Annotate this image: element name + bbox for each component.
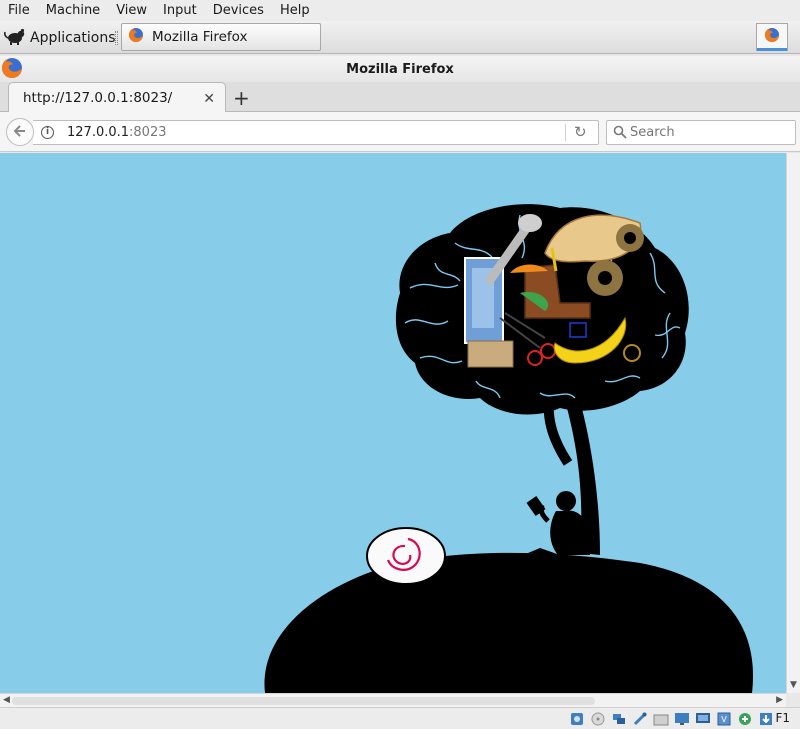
menu-devices[interactable]: Devices <box>205 0 272 21</box>
url-text: 127.0.0.1:8023 <box>67 125 167 140</box>
vbox-statusbar: V F1 <box>0 707 800 729</box>
menu-machine[interactable]: Machine <box>38 0 108 21</box>
url-bar[interactable]: i 127.0.0.1:8023 ↻ <box>33 120 599 145</box>
tab-active[interactable]: http://127.0.0.1:8023/ ✕ <box>8 82 226 113</box>
url-port: :8023 <box>129 125 167 140</box>
status-icons: V <box>569 711 774 727</box>
scrollbar-thumb[interactable] <box>12 697 595 705</box>
back-arrow-icon <box>13 123 27 142</box>
search-icon <box>613 125 627 143</box>
menu-help[interactable]: Help <box>272 0 318 21</box>
tab-title: http://127.0.0.1:8023/ <box>23 90 173 106</box>
firefox-icon <box>764 27 780 47</box>
tab-strip: http://127.0.0.1:8023/ ✕ + <box>0 82 800 113</box>
xfce-mouse-icon <box>4 26 26 50</box>
cpu-icon[interactable]: V <box>716 711 732 727</box>
host-key-label: F1 <box>775 711 790 725</box>
optical-drive-icon[interactable] <box>590 711 606 727</box>
vbox-menubar: File Machine View Input Devices Help <box>0 0 800 21</box>
search-input[interactable]: Search <box>606 120 796 145</box>
workspace-firefox-button[interactable] <box>756 23 788 51</box>
firefox-logo-icon <box>1 57 23 83</box>
hard-disk-icon[interactable] <box>569 711 585 727</box>
debian-egg <box>366 527 446 585</box>
navigation-toolbar: i 127.0.0.1:8023 ↻ Search <box>0 112 800 152</box>
applications-menu[interactable]: Applications <box>4 25 116 50</box>
horizontal-scrollbar[interactable]: ◀ ▶ <box>0 693 786 707</box>
reload-icon[interactable]: ↻ <box>574 123 587 141</box>
search-placeholder: Search <box>630 125 675 140</box>
wallpaper-illustration <box>264 204 754 693</box>
mouse-integration-icon[interactable] <box>737 711 753 727</box>
display-icon[interactable] <box>674 711 690 727</box>
panel-separator <box>115 31 118 45</box>
svg-text:V: V <box>721 715 727 724</box>
reader-silhouette <box>526 491 590 555</box>
scroll-down-arrow-icon[interactable]: ▼ <box>790 680 797 690</box>
keyboard-capture-icon[interactable] <box>758 711 774 727</box>
usb-icon[interactable] <box>632 711 648 727</box>
firefox-icon <box>128 27 144 47</box>
vertical-scrollbar[interactable]: ▼ <box>786 153 800 693</box>
network-icon[interactable] <box>611 711 627 727</box>
back-button[interactable] <box>6 118 34 146</box>
close-tab-icon[interactable]: ✕ <box>203 91 215 107</box>
shared-folder-icon[interactable] <box>653 711 669 727</box>
page-viewport[interactable] <box>0 153 786 693</box>
applications-label: Applications <box>30 29 116 46</box>
url-divider <box>565 124 566 141</box>
scroll-right-arrow-icon[interactable]: ▶ <box>776 695 783 705</box>
video-capture-icon[interactable] <box>695 711 711 727</box>
url-host: 127.0.0.1 <box>67 125 130 140</box>
taskbar-firefox-title: Mozilla Firefox <box>152 29 248 45</box>
desktop-panel: Applications Mozilla Firefox <box>0 21 800 54</box>
window-title: Mozilla Firefox <box>346 61 454 77</box>
scroll-left-arrow-icon[interactable]: ◀ <box>3 695 10 705</box>
menu-view[interactable]: View <box>108 0 155 21</box>
window-titlebar: Mozilla Firefox <box>0 56 800 82</box>
new-tab-icon[interactable]: + <box>233 88 250 108</box>
taskbar-firefox-button[interactable]: Mozilla Firefox <box>121 23 321 51</box>
site-info-icon[interactable]: i <box>41 126 54 139</box>
menu-file[interactable]: File <box>0 0 38 21</box>
hill-silhouette <box>264 552 754 693</box>
menu-input[interactable]: Input <box>155 0 205 21</box>
